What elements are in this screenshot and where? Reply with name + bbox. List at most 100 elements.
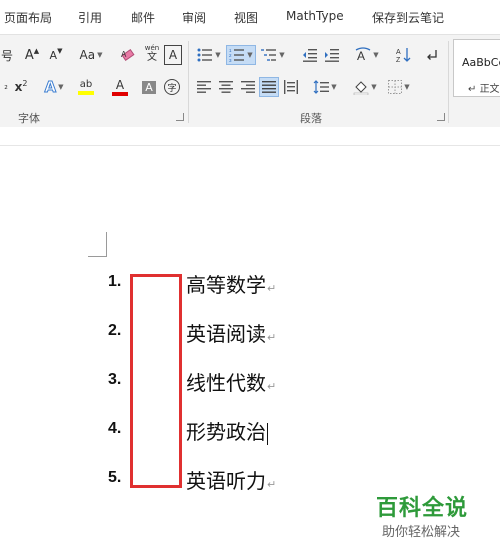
font-color-button[interactable]: A	[106, 77, 134, 97]
font-size-fragment: 号	[0, 48, 13, 63]
style-name: ↵ 正文	[468, 84, 500, 95]
justify-button[interactable]	[259, 77, 279, 97]
text-cursor	[267, 422, 268, 445]
tab-mathtype[interactable]: MathType	[286, 9, 344, 23]
justify-icon	[262, 81, 276, 93]
distributed-align-button[interactable]	[281, 77, 301, 97]
svg-text:A: A	[121, 50, 127, 59]
paragraph-mark-icon	[427, 50, 437, 60]
bullet-list-icon	[197, 48, 213, 62]
align-center-button[interactable]	[216, 77, 236, 97]
change-case-icon: Aa	[79, 48, 96, 62]
list-number: 3.	[108, 371, 122, 388]
tab-view[interactable]: 视图	[234, 9, 258, 26]
highlight-annotation-box	[130, 274, 182, 488]
list-item[interactable]: 线性代数↵	[186, 367, 276, 396]
align-left-button[interactable]	[194, 77, 214, 97]
menu-tab-bar: 页面布局 引用 邮件 审阅 视图 MathType 保存到云笔记	[0, 0, 500, 34]
grow-font-button[interactable]: A ▲	[22, 45, 42, 65]
font-group-label: 字体	[18, 112, 40, 125]
tab-review[interactable]: 审阅	[182, 9, 206, 26]
line-spacing-button[interactable]: ▼	[310, 77, 340, 97]
paint-bucket-icon	[354, 81, 369, 95]
shrink-font-button[interactable]: A ▼	[46, 45, 66, 65]
list-item[interactable]: 英语听力↵	[186, 465, 276, 494]
svg-text:Z: Z	[396, 57, 401, 63]
numbered-list-icon: 1 2 3	[229, 48, 245, 62]
bullets-button[interactable]: ▼	[194, 45, 224, 65]
change-case-button[interactable]: Aa ▼	[76, 45, 106, 65]
decrease-indent-button[interactable]	[300, 45, 320, 65]
tab-save-to-cloud-note[interactable]: 保存到云笔记	[372, 9, 444, 26]
svg-text:A: A	[396, 49, 401, 56]
superscript-icon: x	[14, 80, 23, 94]
chinese-layout-button[interactable]: A ▼	[352, 45, 382, 65]
distributed-align-icon	[284, 80, 298, 94]
watermark-subtitle: 助你轻松解决	[382, 525, 461, 540]
enclose-characters-button[interactable]: 字	[162, 77, 182, 97]
watermark-title: 百科全说	[376, 496, 469, 521]
font-size-box[interactable]: 号	[0, 45, 14, 65]
align-right-button[interactable]	[238, 77, 258, 97]
tab-page-layout[interactable]: 页面布局	[4, 9, 52, 26]
paragraph-dialog-launcher-icon[interactable]	[437, 113, 445, 121]
group-separator	[448, 41, 449, 123]
numbering-button[interactable]: 1 2 3 ▼	[226, 45, 256, 65]
sort-button[interactable]: A Z	[394, 45, 414, 65]
multilevel-list-button[interactable]: ▼	[258, 45, 288, 65]
superscript-button[interactable]: x2	[12, 77, 30, 97]
svg-text:A: A	[357, 49, 365, 63]
list-number: 1.	[108, 273, 122, 290]
character-border-button[interactable]: A	[164, 45, 182, 65]
character-border-icon: A	[168, 48, 178, 62]
align-center-icon	[219, 81, 233, 93]
list-item[interactable]: 形势政治	[186, 416, 268, 445]
show-paragraph-marks-button[interactable]	[424, 45, 440, 65]
enclose-characters-icon: 字	[164, 79, 180, 95]
ribbon: 号 A▲ A▼ Aa▼ A wén 文 A ₂ x2 A▼ ab A A	[0, 34, 500, 128]
eraser-icon: A	[121, 48, 135, 62]
page-top-edge	[0, 145, 500, 146]
paragraph-mark-icon: ↵	[267, 282, 277, 295]
chinese-layout-icon: A	[355, 47, 371, 63]
clear-format-button[interactable]: A	[118, 45, 138, 65]
text-effect-button[interactable]: A ▼	[40, 77, 68, 97]
character-shading-button[interactable]: A	[140, 77, 158, 97]
font-color-icon: A	[115, 77, 125, 92]
multilevel-list-icon	[261, 49, 277, 61]
highlight-color-bar	[78, 91, 94, 95]
shading-button[interactable]: ▼	[350, 77, 380, 97]
margin-corner-mark	[88, 232, 107, 257]
borders-button[interactable]: ▼	[384, 77, 414, 97]
grow-font-icon: A	[24, 47, 34, 63]
decrease-indent-icon	[303, 49, 317, 62]
paragraph-mark-glyph-icon: ↵	[468, 84, 480, 95]
paragraph-mark-icon: ↵	[267, 380, 277, 393]
paragraph-mark-icon: ↵	[267, 478, 277, 491]
list-number: 2.	[108, 322, 122, 339]
style-sample: AaBbCc	[462, 56, 500, 69]
list-item[interactable]: 高等数学↵	[186, 269, 276, 298]
styles-gallery-normal[interactable]: AaBbCc ↵ 正文	[453, 39, 500, 97]
align-left-icon	[197, 81, 211, 93]
highlight-button[interactable]: ab	[72, 77, 100, 97]
subscript-fragment-icon: ₂	[4, 82, 8, 92]
superscript-mark: 2	[22, 78, 28, 88]
group-separator	[188, 41, 189, 123]
list-number: 4.	[108, 420, 122, 437]
svg-text:3: 3	[229, 58, 232, 62]
font-color-bar	[112, 91, 128, 96]
subscript-button[interactable]: ₂	[0, 77, 12, 97]
list-number: 5.	[108, 469, 122, 486]
increase-indent-icon	[325, 49, 339, 62]
phonetic-guide-button[interactable]: wén 文	[143, 43, 161, 63]
phonetic-bottom: 文	[147, 52, 157, 63]
sort-icon: A Z	[396, 48, 411, 63]
increase-indent-button[interactable]	[322, 45, 342, 65]
align-right-icon	[241, 81, 255, 93]
tab-mailings[interactable]: 邮件	[131, 9, 155, 26]
list-item[interactable]: 英语阅读↵	[186, 318, 276, 347]
paragraph-mark-icon: ↵	[267, 331, 277, 344]
font-dialog-launcher-icon[interactable]	[176, 113, 184, 121]
tab-references[interactable]: 引用	[78, 9, 102, 26]
